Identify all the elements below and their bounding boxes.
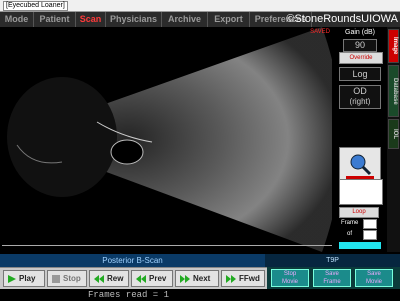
eye-selector[interactable]: OD (right) [339, 85, 381, 109]
scan-caption: Posterior B-Scan [0, 254, 265, 267]
window-title-bar: [Eyecubed Loaner] [0, 0, 400, 12]
ultrasound-fan-image [7, 27, 332, 252]
eye-sub: (right) [349, 97, 371, 106]
log-scale-field[interactable]: Log [339, 67, 381, 81]
menu-physicians[interactable]: Physicians [106, 12, 162, 27]
eye-value: OD [353, 86, 367, 96]
save-frame-line2: Frame [323, 279, 341, 285]
rewind-button[interactable]: Rew [89, 270, 129, 287]
search-button[interactable] [339, 147, 381, 183]
play-label: Play [19, 274, 36, 283]
menu-patient[interactable]: Patient [34, 12, 76, 27]
save-movie-button[interactable]: Save Movie [355, 269, 393, 287]
tab-iol[interactable]: IOL [388, 119, 399, 149]
stop-icon [52, 274, 60, 283]
rewind-icon [94, 274, 104, 283]
probe-caption: T9P [265, 254, 400, 267]
side-tab-strip: Image Database IOL [387, 27, 400, 252]
window-title: [Eyecubed Loaner] [3, 1, 68, 11]
stop-movie-line2: Movie [281, 279, 298, 285]
menu-export[interactable]: Export [208, 12, 250, 27]
play-button[interactable]: Play [3, 270, 45, 287]
next-label: Next [193, 274, 211, 283]
frame-of-label: of [347, 231, 353, 237]
ffwd-label: FFwd [239, 274, 260, 283]
tab-image[interactable]: Image [388, 29, 399, 63]
tab-database[interactable]: Database [388, 65, 399, 117]
next-button[interactable]: Next [175, 270, 219, 287]
stop-movie-line1: Stop [283, 271, 297, 277]
menu-mode[interactable]: Mode [0, 12, 34, 27]
prev-button[interactable]: Prev [131, 270, 173, 287]
rewind-label: Rew [107, 274, 124, 283]
frames-read-status: Frames read = 1 [88, 290, 170, 300]
movie-button-group: Stop Movie Save Frame Save Movie [267, 267, 400, 289]
right-control-panel: Gain (dB) 90 Override Log OD (right) Loo… [335, 27, 385, 252]
copyright-watermark: ©StoneRoundsUIOWA [286, 13, 398, 25]
stop-label: Stop [63, 274, 81, 283]
saved-indicator: SAVED [310, 29, 330, 35]
progress-bar [339, 242, 381, 249]
frame-number-field[interactable] [363, 219, 377, 229]
playback-controls: Play Stop Rew Prev Next FFwd [0, 267, 267, 290]
prev-label: Prev [149, 274, 167, 283]
menu-scan[interactable]: Scan [76, 12, 106, 27]
ffwd-icon [226, 274, 236, 283]
status-bar: Frames read = 1 [0, 289, 400, 301]
stop-movie-button[interactable]: Stop Movie [271, 269, 309, 287]
loop-button[interactable]: Loop [339, 207, 379, 218]
prev-icon [136, 274, 146, 283]
save-frame-line1: Save [325, 271, 339, 277]
magnifier-icon [346, 154, 374, 179]
menu-archive[interactable]: Archive [162, 12, 208, 27]
play-icon [8, 274, 16, 283]
frame-total-field [363, 230, 377, 240]
next-icon [180, 274, 190, 283]
save-movie-line2: Movie [365, 279, 382, 285]
gain-value[interactable]: 90 [343, 39, 377, 52]
main-menu-bar: Mode Patient Scan Physicians Archive Exp… [0, 12, 400, 27]
thumbnail-box [339, 179, 383, 205]
ffwd-button[interactable]: FFwd [221, 270, 265, 287]
save-movie-line1: Save [367, 271, 381, 277]
depth-scale [2, 245, 332, 252]
stop-button[interactable]: Stop [47, 270, 87, 287]
frame-label: Frame [341, 220, 359, 226]
gain-label: Gain (dB) [345, 29, 375, 36]
save-frame-button[interactable]: Save Frame [313, 269, 351, 287]
b-scan-image[interactable]: SAVED [2, 27, 332, 252]
override-button[interactable]: Override [339, 52, 383, 64]
